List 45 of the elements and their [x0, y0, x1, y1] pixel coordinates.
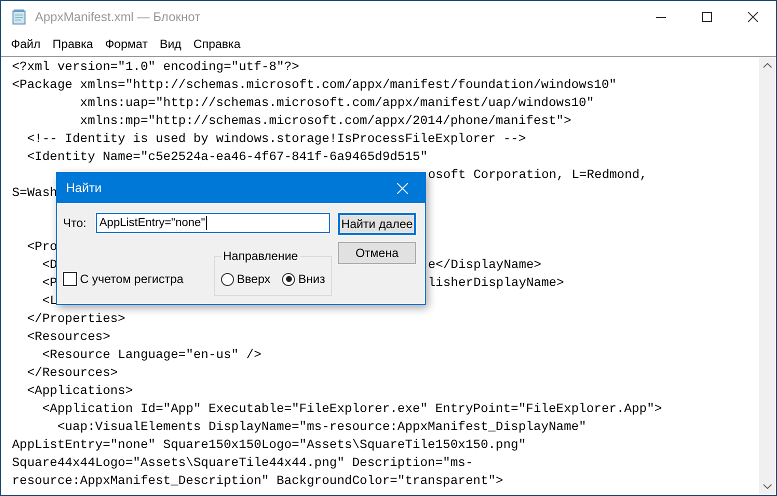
close-icon	[748, 12, 758, 22]
menu-item[interactable]: Формат	[99, 37, 154, 51]
window-title: AppxManifest.xml — Блокнот	[35, 10, 202, 24]
code-line: <uap:VisualElements DisplayName="ms-resource:AppxManifest_DisplayName"	[56, 419, 586, 436]
scroll-down-icon[interactable]	[763, 484, 772, 489]
dialog-title: Найти	[66, 181, 103, 195]
match-case-checkbox[interactable]: С учетом регистра	[63, 272, 184, 286]
code-line: <P	[41, 275, 58, 292]
find-next-button[interactable]: Найти далее	[338, 213, 416, 235]
scrollbar[interactable]	[759, 57, 776, 495]
group-label: Направление	[221, 249, 300, 263]
code-line: <Identity Name="c5e2524a-ea46-4f67-841f-6a9465d9d515"	[26, 149, 428, 166]
code-line: <Resources>	[26, 329, 110, 346]
code-line: <Package xmlns="http://schemas.microsoft.com/appx/manifest/foundation/windows10"	[12, 77, 617, 94]
code-line: <L	[41, 293, 58, 310]
code-line: lisherDisplayName>	[428, 275, 564, 292]
scroll-up-icon[interactable]	[763, 63, 772, 68]
find-field[interactable]: AppListEntry="none"	[96, 213, 330, 233]
code-line: </Properties>	[26, 311, 126, 328]
notepad-icon	[11, 8, 27, 24]
direction-radio[interactable]: Вниз	[282, 272, 326, 286]
code-line: e</DisplayName>	[428, 257, 542, 274]
code-line: AppListEntry="none" Square150x150Logo="Assets\SquareTile150x150.png"	[12, 437, 526, 454]
menu-item[interactable]: Файл	[5, 37, 47, 51]
code-line: <Pro	[26, 239, 58, 256]
menu-item[interactable]: Правка	[46, 37, 100, 51]
close-icon	[396, 182, 408, 194]
code-line: resource:AppxManifest_Description" BackgroundColor="transparent">	[12, 473, 504, 490]
code-line: xmlns:mp="http://schemas.microsoft.com/appx/2014/phone/manifest">	[79, 113, 572, 130]
code-line: osoft Corporation, L=Redmond,	[428, 167, 648, 184]
maximize-icon	[702, 12, 712, 22]
code-line: <!-- Identity is used by windows.storage!IsProcessFileExplorer -->	[26, 131, 526, 148]
code-line: <?xml version="1.0" encoding="utf-8"?>	[12, 59, 300, 76]
menu-item[interactable]: Вид	[154, 37, 188, 51]
code-line: </Resources>	[26, 365, 118, 382]
code-line: <Application Id="App" Executable="FileExplorer.exe" EntryPoint="FileExplorer.App">	[41, 401, 662, 418]
code-line: S=Wash	[12, 185, 58, 202]
code-line: xmlns:uap="http://schemas.microsoft.com/appx/manifest/uap/windows10"	[79, 95, 594, 112]
cancel-button[interactable]: Отмена	[338, 242, 416, 264]
find-label: Что:	[63, 216, 86, 230]
code-line: <Applications>	[26, 383, 133, 400]
menu-item[interactable]: Справка	[187, 37, 246, 51]
direction-radio[interactable]: Вверх	[220, 272, 270, 286]
code-line: <Resource Language="en-us" />	[41, 347, 262, 364]
code-line: Square44x44Logo="Assets\SquareTile44x44.png" Description="ms-	[12, 455, 474, 472]
